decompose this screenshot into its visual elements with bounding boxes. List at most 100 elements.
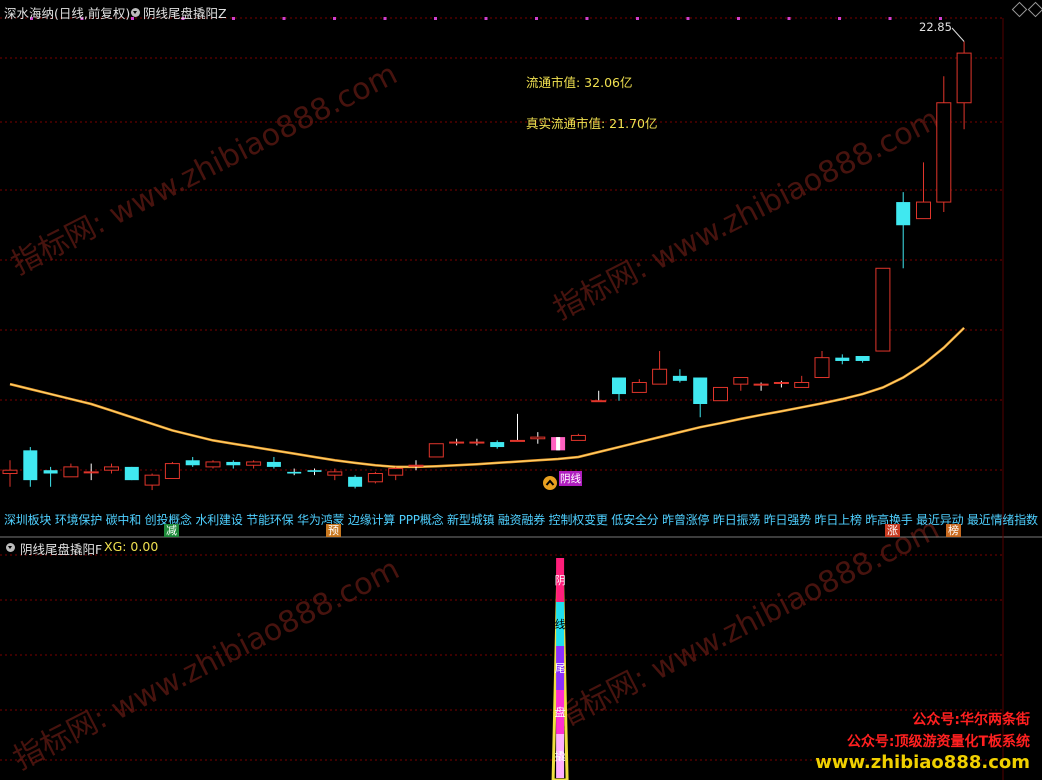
watermark-text: 指标网: www.zhibiao888.com — [8, 552, 405, 778]
candle-body-down — [672, 375, 687, 381]
candle — [773, 380, 789, 388]
indicator-collapse-icon[interactable] — [131, 8, 140, 17]
top-marker-dot — [585, 17, 589, 20]
candle-body-up — [733, 377, 749, 385]
signal-bar: 阴线尾盘撬 — [551, 558, 569, 780]
high-price-pointer — [951, 27, 965, 42]
watermark-text: 指标网: www.zhibiao888.com — [548, 512, 945, 738]
signal-bar-char: 阴 — [555, 574, 566, 587]
top-marker-dot — [686, 17, 690, 20]
sub-indicator-title[interactable]: 阴线尾盘撬阳F — [20, 539, 102, 558]
top-marker-dot — [131, 17, 134, 20]
candle-body-up — [408, 464, 424, 467]
candle — [855, 356, 870, 363]
candle — [388, 466, 404, 481]
chart-canvas: 指标网: www.zhibiao888.com 指标网: www.zhibiao8… — [0, 17, 1042, 780]
candle — [428, 443, 444, 458]
candle — [104, 463, 119, 474]
candle — [753, 382, 769, 391]
candle-body-down — [287, 471, 302, 474]
candle-body-up — [936, 102, 952, 203]
promo-line-1: 公众号:华尔两条街 — [912, 712, 1030, 728]
candle-body-up — [104, 466, 119, 471]
top-marker-dot — [737, 17, 740, 20]
candle — [612, 377, 626, 401]
top-marker-dot — [383, 17, 387, 20]
candle-body-down — [490, 442, 505, 448]
candle — [144, 473, 160, 491]
stock-title: 深水海纳(日线,前复权) — [4, 6, 131, 21]
rank-list-badge: 榜 — [946, 524, 961, 537]
candle-body-up — [388, 468, 404, 476]
signal-label: 阴线 — [559, 471, 582, 486]
top-marker-dot — [333, 17, 336, 20]
candle — [246, 460, 262, 469]
candle-body-up — [428, 443, 444, 458]
candle — [591, 390, 607, 403]
candle — [794, 375, 810, 388]
candle — [814, 351, 830, 379]
real-float-market-cap: 真实流通市值: 21.70亿 — [526, 116, 658, 131]
candle — [63, 463, 79, 478]
candle — [408, 460, 424, 471]
candle-body-up — [794, 381, 810, 388]
candle — [551, 437, 566, 451]
candle-body-up — [205, 461, 221, 468]
candle — [490, 440, 505, 449]
candle-body-down — [185, 460, 200, 466]
candle-body-down — [693, 377, 708, 404]
high-price-label: 22.85 — [919, 20, 952, 34]
candle-body-down — [266, 461, 281, 467]
candle-body-up — [367, 473, 383, 483]
top-marker-dot — [484, 17, 488, 20]
candle-body-up — [570, 434, 586, 441]
candle-body-up — [2, 469, 18, 475]
promo-url: www.zhibiao888.com — [815, 752, 1030, 773]
top-marker-dot — [787, 17, 791, 20]
ma-line — [9, 326, 965, 469]
candle-body-down — [307, 470, 322, 472]
candle-body-down — [226, 461, 241, 466]
candle — [367, 471, 383, 484]
candle — [164, 461, 180, 479]
promo-line-2: 公众号:顶级游资量化T板系统 — [846, 734, 1030, 750]
top-marker-dot — [838, 17, 841, 20]
candle-body-signal-core — [556, 437, 561, 451]
candle-body-up — [449, 441, 465, 444]
candle-body-up — [652, 368, 668, 385]
candle-body-up — [246, 461, 262, 466]
candle-body-up — [956, 52, 972, 104]
chevron-up-icon — [545, 479, 555, 486]
indicator-title[interactable]: 阴线尾盘撬阳Z — [143, 3, 227, 22]
sub-indicator-collapse-icon[interactable] — [6, 543, 15, 552]
candle — [530, 432, 546, 444]
candle — [570, 433, 586, 441]
signal-up-arrow-icon — [543, 476, 557, 490]
candle-body-up — [916, 201, 931, 220]
watermark-layer: 指标网: www.zhibiao888.com 指标网: www.zhibiao8… — [6, 57, 945, 778]
candle-body-up — [773, 381, 789, 384]
candle-body-down — [855, 356, 870, 361]
candle — [307, 468, 322, 476]
forecast-badge: 预 — [326, 524, 341, 537]
watermark-text: 指标网: www.zhibiao888.com — [6, 57, 403, 283]
candle-body-down — [23, 450, 38, 481]
candle — [205, 460, 221, 469]
signal-bar-char: 撬 — [555, 749, 566, 763]
candle-body-down — [348, 476, 363, 487]
candle-body-up — [530, 436, 546, 440]
candle — [2, 460, 18, 487]
candle — [449, 438, 465, 446]
candle-body-up — [164, 463, 180, 479]
candle — [693, 377, 708, 418]
candle — [266, 456, 281, 469]
grid-lines — [0, 17, 1003, 761]
candle — [956, 41, 972, 130]
xg-value: XG: 0.00 — [104, 539, 159, 554]
stock-chart-window: 指标网: www.zhibiao888.com 指标网: www.zhibiao8… — [0, 0, 1042, 780]
candle — [226, 460, 241, 469]
candle — [83, 463, 99, 481]
candle-body-down — [835, 357, 850, 361]
ma-line-highlight — [9, 327, 965, 468]
limit-up-badge: 涨 — [885, 524, 900, 537]
